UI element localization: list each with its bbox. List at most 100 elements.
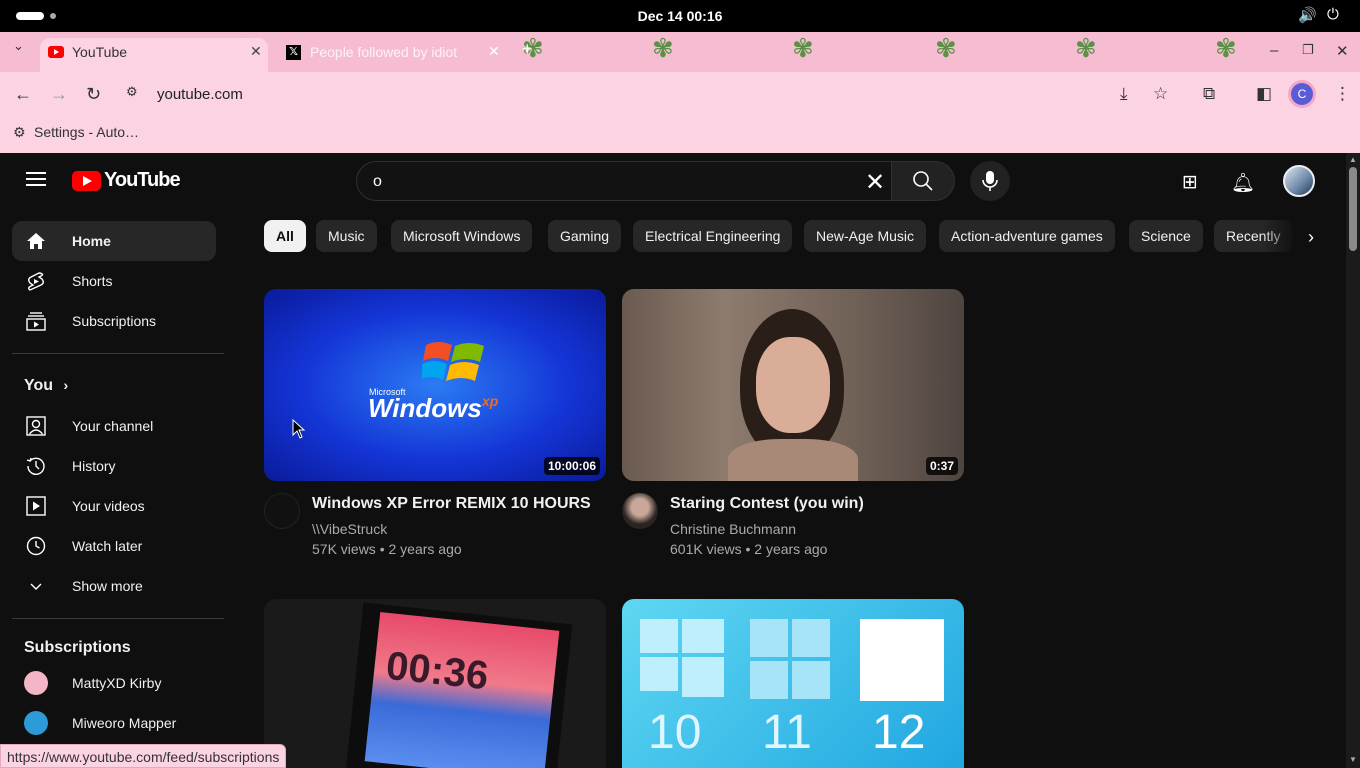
- toolbar: ← → ↻ ⚙ youtube.com ⤓ ☆ ⧉ ◧ C ⋮: [0, 72, 1360, 116]
- sidebar-item-label: Miweoro Mapper: [72, 715, 177, 731]
- chip-music[interactable]: Music: [316, 220, 377, 252]
- tab-title[interactable]: People followed by idiot: [310, 44, 470, 60]
- voice-search-button[interactable]: [970, 161, 1010, 201]
- sidebar-item-subscription[interactable]: MattyXD Kirby: [12, 663, 216, 703]
- volume-icon[interactable]: 🔊: [1298, 6, 1317, 24]
- mouse-cursor-icon: [292, 419, 306, 439]
- video-title[interactable]: Windows XP Error REMIX 10 HOURS: [312, 495, 591, 513]
- account-avatar[interactable]: [1283, 165, 1315, 197]
- win11-pane: [750, 619, 788, 657]
- leaf-decoration-icon: ✾: [792, 33, 814, 63]
- youtube-logo-text[interactable]: YouTube: [104, 169, 181, 192]
- profile-avatar[interactable]: C: [1291, 83, 1313, 105]
- channel-avatar[interactable]: [264, 493, 300, 529]
- sidebar-item-show-more[interactable]: Show more: [12, 566, 216, 606]
- win10-pane: [640, 619, 678, 653]
- channel-avatar[interactable]: [622, 493, 658, 529]
- sidebar-subscriptions-heading: Subscriptions: [24, 639, 131, 656]
- chip-action-adventure-games[interactable]: Action-adventure games: [939, 220, 1115, 252]
- video-channel[interactable]: \\VibeStruck: [312, 521, 387, 537]
- sidebar-item-history[interactable]: History: [12, 446, 216, 486]
- gear-icon: ⚙: [13, 124, 26, 140]
- side-panel-icon[interactable]: ◧: [1256, 84, 1272, 104]
- search-button[interactable]: [891, 161, 955, 201]
- hamburger-menu-icon[interactable]: [26, 172, 46, 186]
- video-thumbnail[interactable]: 0:37: [622, 289, 964, 481]
- video-title[interactable]: Staring Contest (you win): [670, 495, 864, 513]
- sidebar-item-shorts[interactable]: Shorts: [12, 261, 216, 301]
- page-scrollbar[interactable]: ▲ ▼: [1346, 153, 1360, 768]
- power-icon[interactable]: ⏻: [1327, 6, 1339, 23]
- youtube-logo-icon[interactable]: [72, 171, 101, 191]
- scrollbar-thumb[interactable]: [1349, 167, 1357, 251]
- tab-search-icon[interactable]: ⌄: [13, 38, 24, 54]
- clear-search-icon[interactable]: ✕: [865, 168, 885, 197]
- version-label: 10: [648, 706, 702, 759]
- video-thumbnail[interactable]: 10 11 12: [622, 599, 964, 768]
- restore-icon[interactable]: ❐: [1302, 42, 1314, 58]
- install-app-icon[interactable]: ⤓: [1120, 84, 1128, 104]
- x-favicon-icon: 𝕏: [286, 45, 301, 60]
- sidebar-item-home[interactable]: Home: [12, 221, 216, 261]
- reload-icon[interactable]: ↻: [86, 84, 101, 105]
- forward-icon[interactable]: →: [50, 84, 68, 105]
- chip-new-age-music[interactable]: New-Age Music: [804, 220, 927, 252]
- extensions-icon[interactable]: ⧉: [1203, 84, 1215, 104]
- thumb-face: [756, 337, 830, 433]
- search-icon: [913, 171, 933, 191]
- browser-frame: ✾ ✾ ✾ ✾ ✾ ✾ ✾ ⌄ YouTube ✕ 𝕏 People follo…: [0, 32, 1360, 153]
- new-tab-icon[interactable]: +: [522, 39, 533, 60]
- system-top-bar: Dec 14 00:16 🔊 ⏻: [0, 0, 1360, 32]
- scroll-down-icon[interactable]: ▼: [1349, 755, 1357, 764]
- version-label: 11: [762, 706, 812, 759]
- video-duration: 0:37: [925, 457, 958, 475]
- tab-close-icon[interactable]: ✕: [250, 43, 262, 60]
- sidebar-item-label: Your videos: [72, 498, 145, 514]
- close-window-icon[interactable]: ✕: [1336, 42, 1349, 60]
- notifications-bell-icon[interactable]: 🔔︎: [1231, 171, 1255, 195]
- sidebar-item-your-channel[interactable]: Your channel: [12, 406, 216, 446]
- win10-pane: [682, 619, 724, 653]
- sidebar-item-watch-later[interactable]: Watch later: [12, 526, 216, 566]
- sidebar-item-your-videos[interactable]: Your videos: [12, 486, 216, 526]
- video-meta: 57K views • 2 years ago: [312, 541, 462, 557]
- video-thumbnail[interactable]: 00:36: [264, 599, 606, 768]
- sidebar-item-subscription[interactable]: Miweoro Mapper: [12, 703, 216, 743]
- chip-science[interactable]: Science: [1129, 220, 1203, 252]
- leaf-decoration-icon: ✾: [1075, 33, 1097, 63]
- back-icon[interactable]: ←: [14, 84, 32, 105]
- site-info-icon[interactable]: ⚙: [126, 84, 148, 104]
- youtube-page: YouTube o ✕ ⊞ 🔔︎ Home Shorts Subscriptio…: [0, 153, 1346, 768]
- sidebar-item-subscriptions[interactable]: Subscriptions: [12, 301, 216, 341]
- leaf-decoration-icon: ✾: [652, 33, 674, 63]
- shorts-icon: [28, 272, 44, 291]
- search-input[interactable]: o ✕: [356, 161, 892, 201]
- watch-later-icon: [26, 536, 46, 556]
- address-bar[interactable]: youtube.com: [157, 86, 243, 103]
- thumb-shoulders: [728, 439, 858, 481]
- menu-kebab-icon[interactable]: ⋮: [1334, 84, 1351, 104]
- chip-electrical-engineering[interactable]: Electrical Engineering: [633, 220, 793, 252]
- sidebar-item-label: MattyXD Kirby: [72, 675, 162, 691]
- bookmark-item[interactable]: Settings - Auto…: [34, 124, 139, 140]
- sidebar-divider: [12, 618, 224, 619]
- system-clock[interactable]: Dec 14 00:16: [0, 8, 1360, 24]
- video-duration: 10:00:06: [543, 457, 600, 475]
- chip-microsoft-windows[interactable]: Microsoft Windows: [391, 220, 533, 252]
- chip-gaming[interactable]: Gaming: [548, 220, 622, 252]
- chip-all[interactable]: All: [264, 220, 306, 252]
- sidebar-you-heading[interactable]: You ›: [24, 377, 68, 395]
- create-video-icon[interactable]: ⊞: [1182, 171, 1198, 194]
- tab-close-icon[interactable]: ✕: [488, 43, 500, 60]
- thumb-brand-text: Windows: [368, 393, 482, 423]
- scroll-up-icon[interactable]: ▲: [1349, 155, 1357, 164]
- status-bar-url: https://www.youtube.com/feed/subscriptio…: [0, 744, 287, 768]
- minimize-icon[interactable]: –: [1270, 42, 1278, 59]
- subscriptions-icon: [26, 312, 46, 331]
- video-channel[interactable]: Christine Buchmann: [670, 521, 796, 537]
- sidebar-item-label: Home: [72, 233, 111, 249]
- video-thumbnail[interactable]: Microsoft Windows xp 10:00:06: [264, 289, 606, 481]
- win12-pane: [860, 619, 944, 701]
- bookmark-star-icon[interactable]: ☆: [1153, 84, 1168, 104]
- chevron-right-icon[interactable]: ›: [1308, 227, 1314, 248]
